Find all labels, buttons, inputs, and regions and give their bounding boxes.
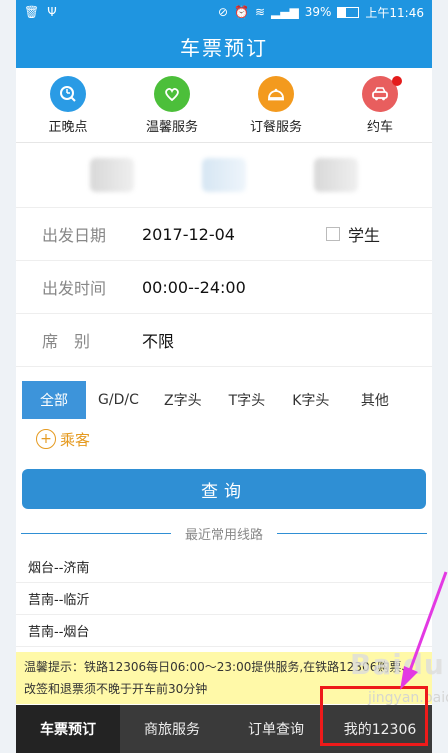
- annotation-arrow-icon: [400, 571, 448, 690]
